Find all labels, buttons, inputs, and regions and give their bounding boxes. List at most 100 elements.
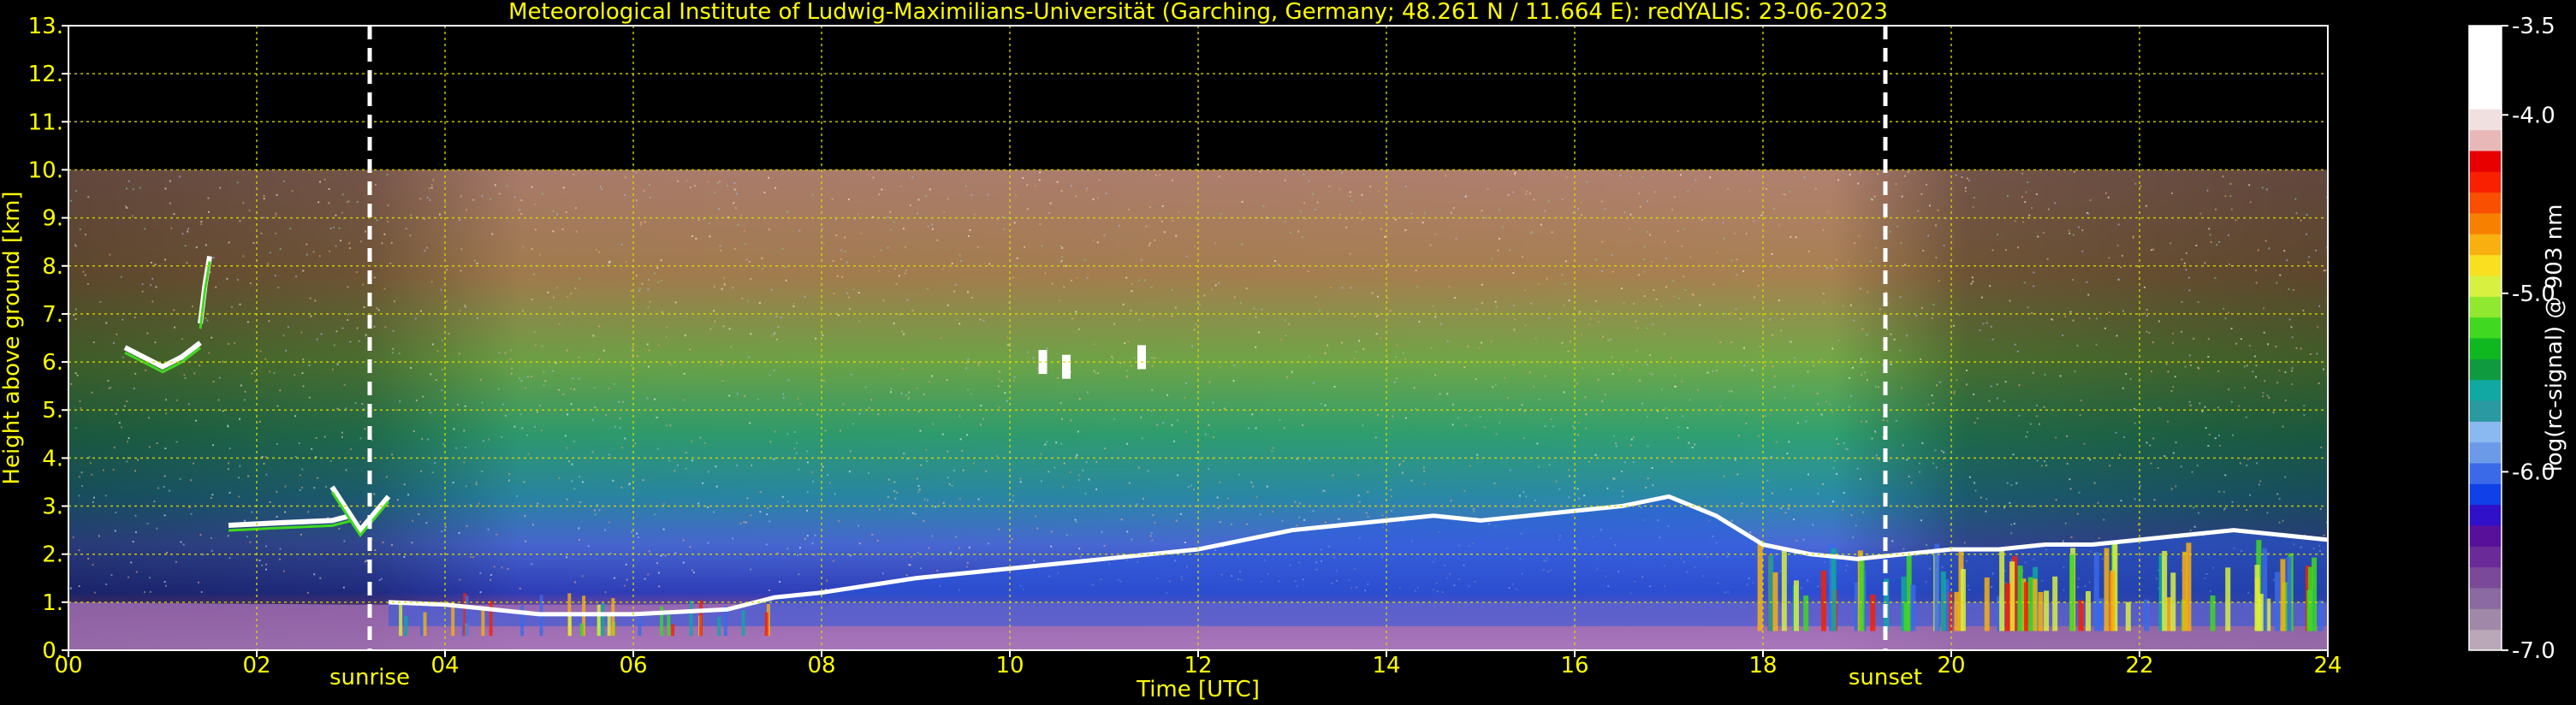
noise-speck (887, 478, 890, 481)
noise-speck (1588, 460, 1591, 463)
noise-speck (2302, 309, 2305, 311)
noise-speck (1629, 228, 1631, 230)
noise-speck (1968, 476, 1971, 478)
noise-speck (148, 446, 151, 448)
noise-speck (780, 317, 782, 319)
noise-speck (1013, 222, 1016, 224)
noise-speck (786, 433, 789, 435)
noise-speck (2262, 392, 2264, 394)
noise-speck (1643, 295, 1646, 298)
noise-speck (2230, 327, 2233, 329)
noise-speck (2279, 274, 2282, 276)
noise-speck (2208, 433, 2211, 435)
x-tick-label: 16 (1560, 653, 1588, 678)
noise-speck (276, 443, 278, 446)
noise-speck (571, 311, 573, 314)
noise-speck (169, 202, 171, 204)
noise-speck (733, 181, 736, 184)
noise-speck (1404, 229, 1407, 232)
noise-speck (441, 530, 443, 533)
noise-speck (2134, 498, 2136, 501)
noise-speck (1677, 297, 1680, 299)
noise-speck (430, 412, 432, 414)
noise-speck (227, 535, 229, 537)
noise-speck (128, 437, 130, 440)
noise-speck (689, 186, 691, 188)
noise-speck (2284, 371, 2287, 374)
noise-speck (1479, 415, 1481, 418)
noise-speck (1481, 302, 1483, 305)
noise-speck (1671, 357, 1673, 359)
noise-speck (1743, 364, 1746, 367)
noise-speck (806, 491, 809, 494)
noise-speck (1004, 392, 1006, 394)
noise-speck (587, 545, 590, 548)
noise-speck (1131, 538, 1133, 541)
noise-speck (647, 279, 650, 281)
noise-speck (314, 299, 317, 302)
noise-speck (901, 330, 904, 333)
noise-speck (2115, 431, 2117, 434)
noise-speck (261, 564, 264, 566)
noise-speck (1671, 208, 1673, 210)
colorbar-segment (2469, 525, 2502, 547)
noise-speck (1380, 337, 1382, 340)
noise-speck (1415, 270, 1417, 272)
noise-speck (442, 369, 444, 371)
noise-speck (1665, 286, 1667, 288)
noise-speck (1594, 453, 1597, 456)
noise-speck (1831, 501, 1834, 503)
noise-speck (91, 391, 93, 394)
noise-speck (2320, 446, 2323, 448)
noise-speck (1522, 491, 1525, 494)
noise-speck (1597, 311, 1600, 313)
noise-speck (826, 579, 828, 582)
noise-speck (1128, 482, 1131, 484)
noise-speck (2035, 193, 2038, 196)
noise-speck (1873, 195, 1876, 198)
noise-speck (2189, 529, 2192, 531)
noise-speck (2007, 194, 2009, 197)
noise-speck (782, 396, 785, 399)
noise-speck (1337, 518, 1339, 520)
noise-speck (1105, 193, 1107, 195)
noise-speck (441, 339, 443, 341)
noise-speck (2003, 400, 2005, 403)
noise-speck (1284, 221, 1286, 223)
noise-speck (1648, 353, 1651, 356)
noise-speck (2122, 387, 2124, 389)
noise-speck (1247, 427, 1249, 430)
noise-speck (947, 477, 949, 479)
noise-speck (674, 470, 676, 472)
noise-speck (1624, 461, 1627, 464)
noise-speck (1138, 279, 1141, 281)
noise-speck (1719, 341, 1722, 344)
noise-speck (2125, 373, 2128, 376)
noise-speck (1536, 442, 1539, 445)
noise-speck (1879, 308, 1881, 311)
noise-speck (1903, 175, 1906, 177)
noise-speck (654, 513, 656, 516)
noise-speck (2027, 181, 2029, 184)
noise-speck (537, 502, 539, 505)
noise-speck (306, 243, 308, 246)
noise-speck (1686, 426, 1689, 429)
noise-speck (1812, 524, 1814, 526)
noise-speck (364, 428, 366, 430)
noise-speck (1104, 447, 1107, 450)
noise-speck (1142, 497, 1144, 500)
colorbar-tick-label: -7.0 (2512, 638, 2555, 664)
noise-speck (2153, 499, 2156, 501)
noise-speck (301, 486, 304, 489)
noise-speck (1492, 386, 1494, 388)
noise-speck (1694, 443, 1696, 446)
noise-speck (1899, 349, 1902, 352)
noise-speck (2266, 512, 2269, 514)
noise-speck (2255, 376, 2258, 378)
noise-speck (1989, 285, 1991, 287)
noise-speck (145, 369, 147, 371)
noise-speck (324, 485, 327, 488)
noise-speck (1991, 249, 1994, 252)
noise-speck (396, 499, 399, 501)
noise-speck (248, 209, 251, 211)
